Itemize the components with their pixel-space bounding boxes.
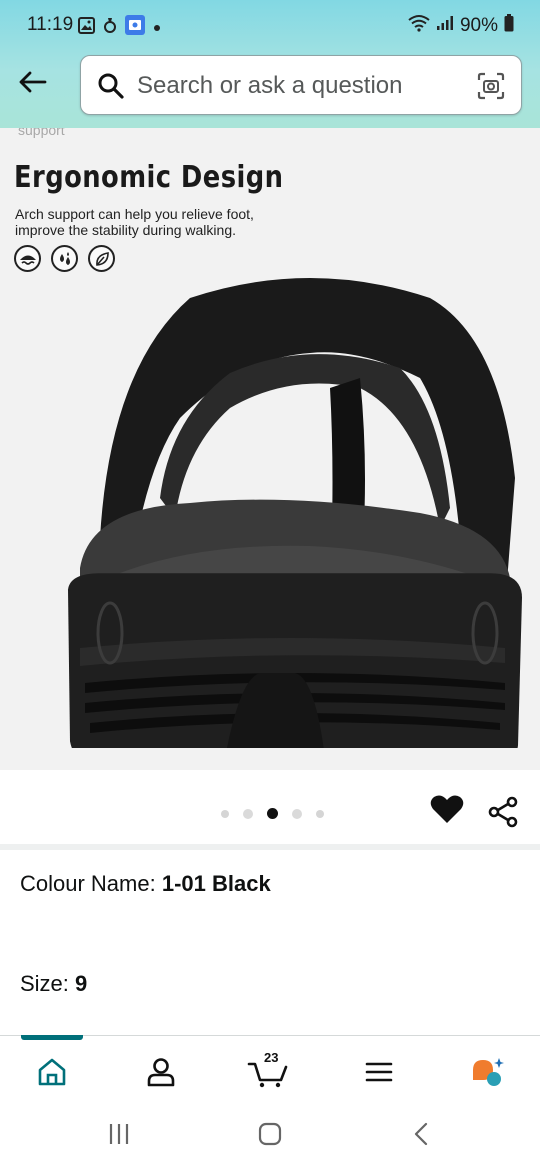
carousel-dot[interactable] (221, 809, 229, 818)
carousel-indicator[interactable] (221, 808, 324, 819)
product-image[interactable]: support Ergonomic Design Arch support ca… (0, 128, 540, 770)
app-header: 11:19 90% (0, 0, 540, 128)
app-notification-icon (103, 16, 117, 39)
nav-menu[interactable] (357, 1052, 401, 1092)
nav-account[interactable] (139, 1052, 183, 1092)
carousel-dot[interactable] (316, 809, 324, 818)
colour-label: Colour Name: (20, 871, 156, 896)
cart-count: 23 (264, 1050, 279, 1065)
nav-cart[interactable]: 23 (246, 1050, 290, 1092)
search-bar[interactable] (80, 55, 522, 115)
promo-description-line-2: improve the stability during walking. (15, 222, 236, 238)
share-icon[interactable] (487, 796, 519, 833)
water-drops-icon (51, 245, 78, 272)
back-button[interactable] (14, 64, 50, 100)
image-controls (0, 770, 540, 844)
size-variation[interactable]: Size: 9 (20, 971, 87, 997)
image-cropped-caption: support (18, 128, 65, 138)
wishlist-heart-icon[interactable] (430, 794, 464, 829)
wifi-icon (408, 14, 430, 37)
home-button-icon[interactable] (257, 1121, 283, 1152)
battery-icon (504, 14, 514, 37)
rufus-assistant-icon (473, 1058, 504, 1086)
camera-search-icon[interactable] (477, 72, 505, 105)
more-notifications-dot-icon (153, 19, 161, 37)
battery-level: 90% (459, 14, 498, 36)
notification-icons (78, 15, 161, 40)
size-value: 9 (75, 971, 88, 996)
search-icon (97, 72, 125, 105)
carousel-dot-active[interactable] (267, 808, 278, 819)
home-icon (38, 1058, 66, 1086)
promo-description: Arch support can help you relieve foot, … (15, 206, 315, 238)
promo-description-line-1: Arch support can help you relieve foot, (15, 206, 254, 222)
colour-variation[interactable]: Colour Name: 1-01 Black (20, 871, 271, 897)
nav-rufus[interactable] (466, 1052, 510, 1092)
feature-icons (14, 245, 115, 272)
active-tab-indicator (21, 1035, 83, 1040)
leaf-icon (88, 245, 115, 272)
size-label: Size: (20, 971, 69, 996)
nav-home[interactable] (30, 1052, 74, 1092)
menu-icon (365, 1062, 393, 1082)
signal-icon (436, 15, 454, 36)
system-back-icon[interactable] (411, 1121, 431, 1152)
system-navigation-bar (0, 1103, 540, 1170)
colour-value: 1-01 Black (161, 871, 271, 896)
status-right: 90% (408, 14, 514, 37)
section-divider (0, 844, 540, 850)
promo-title: Ergonomic Design (14, 160, 284, 195)
status-time: 11:19 (27, 14, 74, 35)
bottom-navigation: 23 (0, 1035, 540, 1103)
gallery-icon (78, 16, 95, 39)
status-bar: 11:19 90% (0, 0, 540, 52)
waterproof-icon (14, 245, 41, 272)
recent-apps-icon[interactable] (107, 1121, 131, 1152)
search-input[interactable] (137, 66, 467, 106)
account-icon (147, 1058, 175, 1087)
carousel-dot[interactable] (243, 808, 253, 819)
back-arrow-icon (19, 71, 47, 93)
calendar-app-icon (125, 15, 145, 40)
sandal-image (68, 278, 522, 748)
carousel-dot[interactable] (292, 808, 302, 819)
